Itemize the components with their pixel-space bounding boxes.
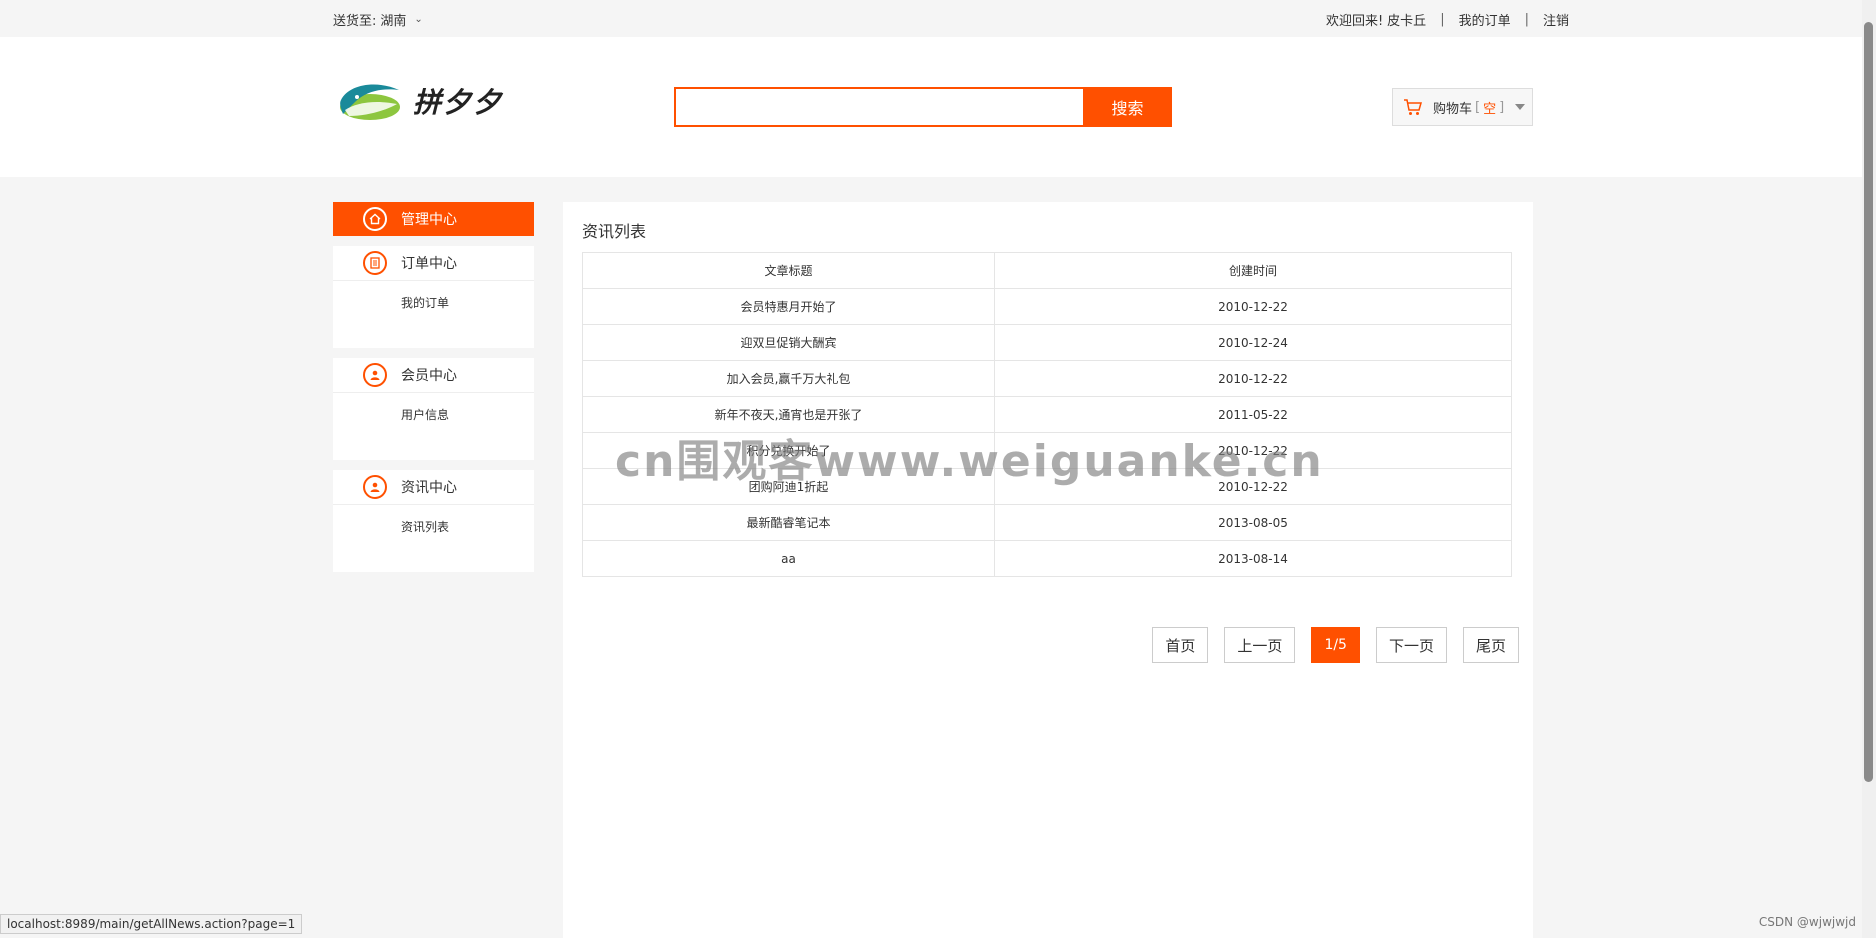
news-title-cell[interactable]: 最新酷睿笔记本 bbox=[582, 504, 995, 541]
sidebar-item-user-info[interactable]: 用户信息 bbox=[333, 393, 534, 460]
welcome-text: 欢迎回来! bbox=[1325, 14, 1384, 29]
sidebar-item-admin-center[interactable]: 管理中心 bbox=[333, 202, 534, 236]
news-date-cell: 2010-12-22 bbox=[994, 288, 1512, 325]
sidebar-group-members: 会员中心 用户信息 bbox=[333, 358, 534, 460]
news-date-cell: 2010-12-24 bbox=[994, 324, 1512, 361]
sidebar: 管理中心 订单中心 我的订单 会员中心 用户信息 资讯中心 资讯列表 bbox=[333, 202, 534, 572]
cart-label: 购物车 bbox=[1433, 101, 1473, 117]
user-links: 欢迎回来! 皮卡丘 | 我的订单 | 注销 bbox=[1326, 10, 1569, 29]
scrollbar-thumb[interactable] bbox=[1864, 22, 1873, 782]
separator: | bbox=[1524, 12, 1529, 27]
news-title-cell[interactable]: 迎双旦促销大酬宾 bbox=[582, 324, 995, 361]
table-row[interactable]: aa 2013-08-14 bbox=[582, 540, 1512, 577]
pagination: 首页 上一页 1/5 下一页 尾页 bbox=[1152, 627, 1519, 663]
cart-button[interactable]: 购物车 [ 空 ] bbox=[1392, 88, 1533, 126]
user-icon bbox=[363, 475, 387, 499]
cart-status: 空 bbox=[1483, 101, 1497, 117]
logout-link[interactable]: 注销 bbox=[1543, 10, 1569, 29]
sidebar-item-my-orders[interactable]: 我的订单 bbox=[333, 281, 534, 348]
table-header-row: 文章标题 创建时间 bbox=[582, 252, 1512, 289]
sidebar-group-label: 会员中心 bbox=[401, 368, 457, 384]
page-title: 资讯列表 bbox=[582, 222, 647, 241]
caret-down-icon bbox=[1515, 104, 1526, 110]
news-title-cell[interactable]: aa bbox=[582, 540, 995, 577]
news-title-cell[interactable]: 团购阿迪1折起 bbox=[582, 468, 995, 505]
table-row[interactable]: 加入会员,赢千万大礼包 2010-12-22 bbox=[582, 360, 1512, 397]
table-row[interactable]: 团购阿迪1折起 2010-12-22 bbox=[582, 468, 1512, 505]
logo-fish-icon bbox=[340, 84, 400, 120]
credit-text: CSDN @wjwjwjd bbox=[1758, 915, 1856, 929]
sidebar-group-label: 订单中心 bbox=[401, 256, 457, 272]
home-icon bbox=[363, 207, 387, 231]
news-title-cell[interactable]: 积分兑换开始了 bbox=[582, 432, 995, 469]
news-date-cell: 2011-05-22 bbox=[994, 396, 1512, 433]
logo-text: 拼夕夕 bbox=[413, 86, 504, 119]
search-bar: 搜索 bbox=[674, 87, 1172, 127]
sidebar-group-title: 订单中心 bbox=[333, 246, 534, 281]
sidebar-item-news-list[interactable]: 资讯列表 bbox=[333, 505, 534, 572]
table-row[interactable]: 会员特惠月开始了 2010-12-22 bbox=[582, 288, 1512, 325]
news-date-cell: 2013-08-14 bbox=[994, 540, 1512, 577]
first-page-button[interactable]: 首页 bbox=[1152, 627, 1209, 663]
top-bar: 送货至: 湖南 ⌄ 欢迎回来! 皮卡丘 | 我的订单 | 注销 bbox=[0, 0, 1876, 37]
news-title-cell[interactable]: 加入会员,赢千万大礼包 bbox=[582, 360, 995, 397]
column-header-title: 文章标题 bbox=[582, 252, 995, 289]
search-button[interactable]: 搜索 bbox=[1083, 87, 1172, 127]
ship-to[interactable]: 送货至: 湖南 ⌄ bbox=[333, 10, 423, 29]
ship-to-value: 湖南 bbox=[380, 14, 407, 29]
table-row[interactable]: 新年不夜天,通宵也是开张了 2011-05-22 bbox=[582, 396, 1512, 433]
column-header-created: 创建时间 bbox=[994, 252, 1512, 289]
logo[interactable]: 拼夕夕 bbox=[337, 78, 527, 124]
cart-icon bbox=[1404, 99, 1422, 115]
table-row[interactable]: 迎双旦促销大酬宾 2010-12-24 bbox=[582, 324, 1512, 361]
news-date-cell: 2010-12-22 bbox=[994, 360, 1512, 397]
main-panel: 资讯列表 文章标题 创建时间 会员特惠月开始了 2010-12-22 迎双旦促销… bbox=[563, 202, 1533, 938]
separator: | bbox=[1440, 12, 1445, 27]
sidebar-item-label: 资讯列表 bbox=[401, 520, 450, 534]
username: 皮卡丘 bbox=[1387, 14, 1427, 29]
scrollbar[interactable] bbox=[1862, 0, 1876, 938]
news-date-cell: 2010-12-22 bbox=[994, 432, 1512, 469]
document-icon bbox=[363, 251, 387, 275]
sidebar-group-title: 会员中心 bbox=[333, 358, 534, 393]
sidebar-item-label: 用户信息 bbox=[401, 408, 450, 422]
table-row[interactable]: 最新酷睿笔记本 2013-08-05 bbox=[582, 504, 1512, 541]
search-input[interactable] bbox=[674, 87, 1083, 127]
table-row[interactable]: 积分兑换开始了 2010-12-22 bbox=[582, 432, 1512, 469]
chevron-down-icon[interactable]: ⌄ bbox=[414, 14, 422, 25]
news-table: 文章标题 创建时间 会员特惠月开始了 2010-12-22 迎双旦促销大酬宾 2… bbox=[582, 252, 1512, 577]
cart-bracket-close: ] bbox=[1499, 99, 1505, 115]
last-page-button[interactable]: 尾页 bbox=[1462, 627, 1519, 663]
next-page-button[interactable]: 下一页 bbox=[1375, 627, 1447, 663]
prev-page-button[interactable]: 上一页 bbox=[1224, 627, 1296, 663]
sidebar-item-label: 我的订单 bbox=[401, 296, 450, 310]
cart-bracket-open: [ bbox=[1475, 99, 1481, 115]
sidebar-group-news: 资讯中心 资讯列表 bbox=[333, 470, 534, 572]
news-title-cell[interactable]: 会员特惠月开始了 bbox=[582, 288, 995, 325]
ship-to-label: 送货至: bbox=[333, 14, 377, 29]
sidebar-item-label: 管理中心 bbox=[401, 212, 457, 228]
my-orders-link[interactable]: 我的订单 bbox=[1459, 10, 1511, 29]
news-date-cell: 2013-08-05 bbox=[994, 504, 1512, 541]
sidebar-group-orders: 订单中心 我的订单 bbox=[333, 246, 534, 348]
current-page-indicator: 1/5 bbox=[1311, 627, 1360, 663]
status-bar-url: localhost:8989/main/getAllNews.action?pa… bbox=[0, 914, 303, 934]
sidebar-group-label: 资讯中心 bbox=[401, 480, 457, 496]
sidebar-group-title: 资讯中心 bbox=[333, 470, 534, 505]
user-icon bbox=[363, 363, 387, 387]
news-title-cell[interactable]: 新年不夜天,通宵也是开张了 bbox=[582, 396, 995, 433]
header: 拼夕夕 搜索 购物车 [ 空 ] bbox=[0, 37, 1876, 177]
news-date-cell: 2010-12-22 bbox=[994, 468, 1512, 505]
